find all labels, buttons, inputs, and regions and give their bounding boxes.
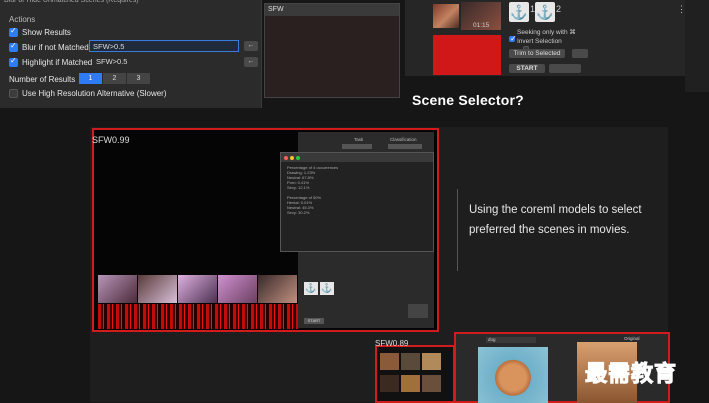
highlight-apply-button[interactable]: ← [244, 57, 258, 67]
trim-to-selected-button[interactable]: Trim to Selected [509, 49, 565, 58]
stop-button[interactable] [549, 64, 581, 73]
settings-cut-title: Blur or Hide Unmatched Scenes (Requires) [4, 0, 139, 4]
results-window-titlebar [281, 153, 433, 162]
highlight-label: Highlight if Matched [22, 57, 93, 67]
show-results-label: Show Results [22, 27, 71, 37]
highlight-row[interactable]: Highlight if Matched [9, 55, 92, 69]
high-res-row[interactable]: Use High Resolution Alternative (Slower) [9, 86, 167, 100]
task-label: Task [354, 137, 364, 142]
selected-scene-block [433, 35, 501, 75]
highlight-condition-input[interactable]: SFW>0.5 [93, 56, 239, 68]
blur-condition-input[interactable]: SFW>0.5 [89, 40, 239, 52]
film-frame-4 [218, 275, 257, 303]
actions-heading: Actions [9, 15, 36, 24]
sfw-score-top: SFW0.99 [92, 135, 130, 145]
high-res-label: Use High Resolution Alternative (Slower) [22, 88, 167, 98]
anchor-2-icon[interactable]: ⚓ [535, 2, 555, 22]
dog-image [478, 347, 548, 403]
minimize-dot-icon[interactable] [290, 155, 294, 160]
results-window-text: Percentage of 4 occurrences Drawing: 1.2… [287, 165, 339, 215]
result-option-1[interactable]: 1 [79, 73, 103, 84]
side-start-button[interactable]: START [304, 318, 324, 324]
grid-thumb-4 [380, 375, 399, 392]
show-results-checkbox[interactable] [9, 26, 18, 37]
anchor-2-number: 2 [556, 4, 562, 14]
scene-barcode [98, 304, 298, 329]
original-label: Original [624, 336, 640, 341]
sfw-panel-title: SFW [265, 4, 399, 16]
result-option-2[interactable]: 2 [103, 73, 127, 84]
high-res-checkbox[interactable] [9, 88, 18, 98]
invert-selection-label: Invert Selection [517, 38, 562, 45]
anchor-small-2-icon[interactable]: ⚓ [320, 282, 334, 295]
grid-thumb-1 [380, 353, 399, 370]
zoom-dot-icon[interactable] [296, 155, 300, 160]
number-of-results-label: Number of Results [9, 75, 76, 84]
watermark-logo: 最需教育 [584, 362, 678, 388]
highlight-checkbox[interactable] [9, 56, 18, 67]
top-right-controls: 01:15 ⚓ 1 ⚓ 2 Seeking only with ⌘ Invert… [405, 0, 686, 76]
anchor-small-1-icon[interactable]: ⚓ [304, 282, 318, 295]
results-window: Percentage of 4 occurrences Drawing: 1.2… [280, 152, 434, 252]
search-input[interactable]: dog [486, 337, 536, 343]
grid-thumb-6 [422, 375, 441, 392]
scene-thumbnail-1[interactable] [433, 4, 459, 28]
seeking-only-checkbox[interactable] [509, 34, 517, 43]
film-frame-1 [98, 275, 137, 303]
sfw-preview-panel: SFW [264, 3, 400, 98]
classification-label: Classification [390, 137, 417, 142]
slide-description: Using the coreml models to select prefer… [469, 204, 642, 236]
classification-selector[interactable] [388, 144, 422, 149]
filmstrip [98, 275, 298, 303]
start-button[interactable]: START [509, 64, 545, 73]
sfw-score-lower: SFW0.89 [375, 339, 409, 348]
grid-thumb-3 [422, 353, 441, 370]
lower-results-grid [375, 345, 455, 403]
trim-dropdown-button[interactable] [572, 49, 588, 58]
grid-thumb-5 [401, 375, 420, 392]
seeking-only-label: Seeking only with ⌘ [517, 29, 576, 36]
blur-label: Blur if not Matched [22, 42, 89, 52]
blur-checkbox[interactable] [9, 41, 18, 52]
blur-row[interactable]: Blur if not Matched [9, 40, 89, 54]
show-results-row[interactable]: Show Results [9, 25, 71, 39]
film-frame-3 [178, 275, 217, 303]
grid-thumb-2 [401, 353, 420, 370]
film-frame-2 [138, 275, 177, 303]
thumbnail-time: 01:15 [473, 22, 490, 29]
settings-panel: Blur or Hide Unmatched Scenes (Requires)… [0, 0, 262, 108]
close-dot-icon[interactable] [284, 155, 288, 160]
slide-heading: Scene Selector? [412, 92, 524, 108]
side-preview-thumb [408, 304, 428, 318]
anchor-1-icon[interactable]: ⚓ [509, 2, 529, 22]
right-edge-panel [685, 0, 709, 92]
result-option-3[interactable]: 3 [127, 73, 151, 84]
task-selector[interactable] [342, 144, 372, 149]
number-of-results-control[interactable]: 1 2 3 [79, 73, 151, 84]
film-frame-5 [258, 275, 297, 303]
slide-divider [457, 189, 458, 271]
blur-apply-button[interactable]: ← [244, 41, 258, 51]
